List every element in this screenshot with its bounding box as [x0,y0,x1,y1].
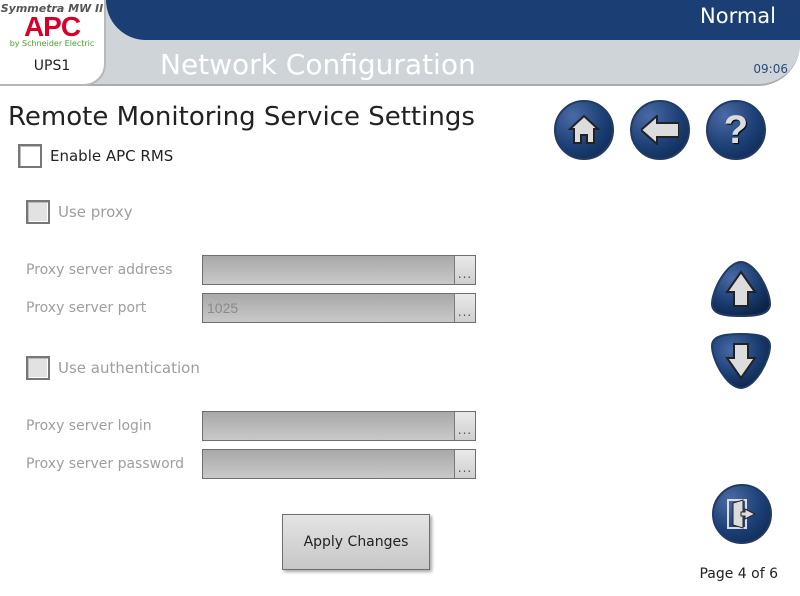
proxy-password-input [207,450,452,478]
header-blue-band: Normal [106,0,800,40]
help-icon: ? [724,110,748,150]
proxy-login-label: Proxy server login [26,418,202,434]
proxy-port-picker: ... [454,294,476,322]
page-header-title: Network Configuration [160,48,476,81]
apply-changes-label: Apply Changes [304,534,409,550]
page-up-button[interactable] [710,260,772,318]
use-proxy-checkbox [26,200,50,224]
proxy-address-row: Proxy server address ... [26,254,680,286]
proxy-password-row: Proxy server password ... [26,448,680,480]
page-down-paddle-icon [710,332,772,390]
proxy-port-field: ... [202,293,476,323]
proxy-password-picker: ... [454,450,476,478]
home-icon [567,113,601,147]
use-auth-row: Use authentication [26,356,680,380]
proxy-address-input [207,256,452,284]
page-down-button[interactable] [710,332,772,390]
schneider-tagline: by Schneider Electric [0,39,104,48]
use-auth-checkbox [26,356,50,380]
clock: 09:06 [753,62,788,76]
page-title: Remote Monitoring Service Settings [8,102,475,132]
proxy-address-picker: ... [454,256,476,284]
exit-button[interactable] [712,484,772,544]
enable-rms-label: Enable APC RMS [50,147,173,165]
brand-logo-text: APC [0,13,104,41]
proxy-address-label: Proxy server address [26,262,202,278]
proxy-login-row: Proxy server login ... [26,410,680,442]
proxy-port-row: Proxy server port ... [26,292,680,324]
back-arrow-icon [641,115,679,145]
proxy-port-input [207,294,452,322]
logo-block: Symmetra MW II APC by Schneider Electric… [0,0,106,86]
ups-name: UPS1 [0,58,104,74]
proxy-address-field: ... [202,255,476,285]
use-proxy-row: Use proxy [26,200,680,224]
proxy-password-field: ... [202,449,476,479]
enable-rms-row: Enable APC RMS [18,144,680,168]
apply-changes-button[interactable]: Apply Changes [282,514,430,570]
enable-rms-checkbox[interactable] [18,144,42,168]
app-header: Symmetra MW II APC by Schneider Electric… [0,0,800,86]
page-indicator: Page 4 of 6 [699,566,778,582]
proxy-password-label: Proxy server password [26,456,202,472]
rms-form: Enable APC RMS Use proxy Proxy server ad… [18,144,680,486]
help-button[interactable]: ? [706,100,766,160]
main-content: Remote Monitoring Service Settings ? [0,86,800,596]
use-proxy-label: Use proxy [58,203,133,221]
proxy-login-input [207,412,452,440]
exit-icon [725,497,759,531]
page-up-paddle-icon [710,260,772,318]
proxy-login-picker: ... [454,412,476,440]
proxy-port-label: Proxy server port [26,300,202,316]
system-status: Normal [700,4,776,28]
proxy-login-field: ... [202,411,476,441]
use-auth-label: Use authentication [58,359,200,377]
